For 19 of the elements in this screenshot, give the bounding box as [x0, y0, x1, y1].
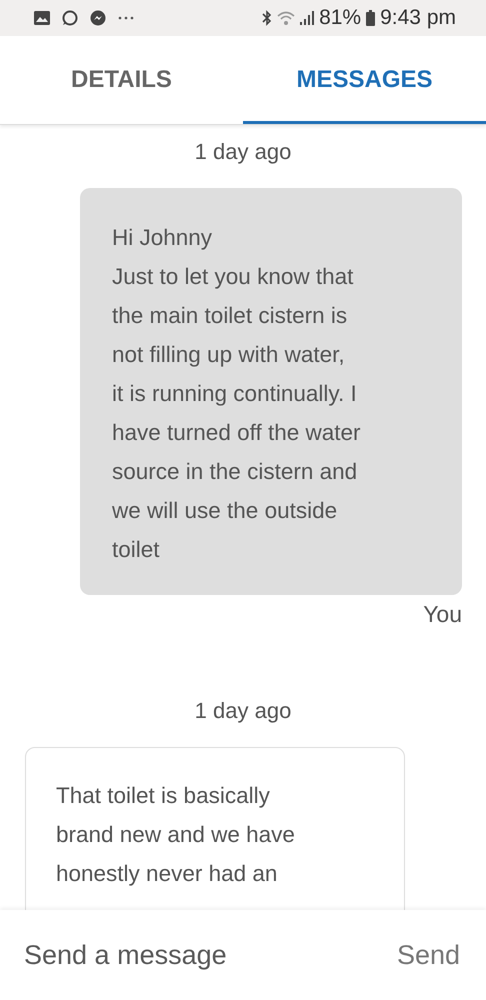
chat-bubble-icon [62, 10, 78, 26]
battery-percent: 81% [319, 6, 362, 30]
message-text: That toilet is basically brand new and we have honestly never had an [56, 783, 295, 886]
image-icon [34, 11, 50, 25]
message-text: Hi Johnny Just to let you know that the main toilet cistern is not filling up with water, it is running continually. I have turned off the water source in the cistern and we will use the outside toilet [112, 225, 360, 562]
wifi-icon [277, 10, 296, 26]
battery-icon [366, 10, 376, 26]
message-timestamp: 1 day ago [194, 698, 292, 724]
clock: 9:43 pm [380, 6, 456, 30]
bluetooth-icon [262, 10, 272, 26]
more-icon [118, 16, 134, 20]
message-timestamp: 1 day ago [194, 139, 292, 165]
lightning-bubble-icon [90, 10, 106, 26]
send-button[interactable]: Send [396, 940, 460, 970]
message-input[interactable]: Send a message [24, 940, 397, 970]
sender-label: You [423, 601, 462, 628]
tab[interactable]: MESSAGES [243, 36, 486, 124]
tab[interactable]: DETAILS [0, 36, 243, 124]
signal-icon [300, 11, 314, 25]
